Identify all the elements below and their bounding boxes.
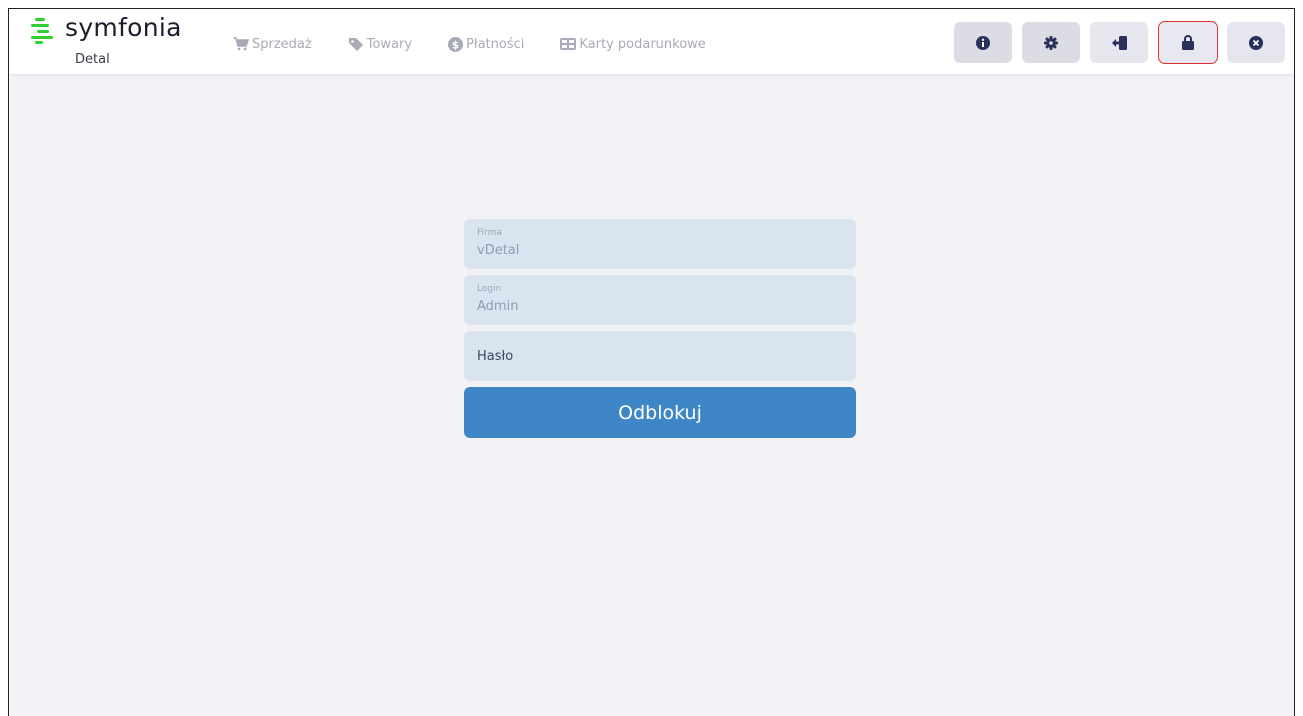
- app-window: symfonia Detal Sprzedaż Towary $ Płatnoś…: [8, 8, 1295, 716]
- unlock-button[interactable]: Odblokuj: [464, 387, 856, 438]
- logout-icon: [1111, 35, 1127, 50]
- info-button[interactable]: [954, 22, 1012, 63]
- symfonia-logo-icon: [31, 18, 53, 44]
- nav-item-label: Towary: [366, 36, 413, 52]
- tag-icon: [348, 38, 363, 51]
- login-field: Login Admin: [464, 275, 856, 325]
- nav-item-label: Płatności: [466, 36, 525, 52]
- login-label: Login: [477, 284, 502, 294]
- logo-text: symfonia: [65, 13, 182, 42]
- password-field[interactable]: [464, 331, 856, 381]
- top-bar: symfonia Detal Sprzedaż Towary $ Płatnoś…: [9, 9, 1294, 74]
- company-label: Firma: [477, 228, 502, 238]
- logout-button[interactable]: [1090, 22, 1148, 63]
- nav-item-towary[interactable]: Towary: [348, 37, 412, 52]
- nav-item-sprzedaz[interactable]: Sprzedaż: [233, 37, 312, 52]
- login-value: Admin: [477, 299, 519, 314]
- settings-button[interactable]: [1022, 22, 1080, 63]
- close-button[interactable]: [1227, 22, 1285, 63]
- info-icon: [976, 35, 990, 50]
- gear-icon: [1044, 35, 1058, 50]
- lock-icon: [1182, 35, 1194, 50]
- app-subtitle: Detal: [75, 52, 110, 67]
- nav-item-label: Sprzedaż: [252, 36, 312, 52]
- cart-icon: [233, 37, 249, 51]
- company-field: Firma vDetal: [464, 219, 856, 269]
- nav-item-karty-podarunkowe[interactable]: Karty podarunkowe: [560, 36, 706, 52]
- nav-item-label: Karty podarunkowe: [579, 36, 706, 52]
- nav-item-platnosci[interactable]: $ Płatności: [448, 36, 525, 52]
- password-field-wrapper: [464, 331, 856, 381]
- gift-card-icon: [560, 38, 577, 50]
- close-icon: [1249, 35, 1263, 50]
- svg-text:$: $: [452, 39, 459, 51]
- dollar-circle-icon: $: [448, 36, 464, 52]
- unlock-form: Firma vDetal Login Admin Odblokuj: [464, 219, 856, 438]
- main-nav: Sprzedaż Towary $ Płatności Karty podaru…: [233, 35, 742, 53]
- company-value: vDetal: [477, 243, 520, 258]
- logo: symfonia Detal: [31, 13, 211, 70]
- lock-button[interactable]: [1158, 21, 1218, 64]
